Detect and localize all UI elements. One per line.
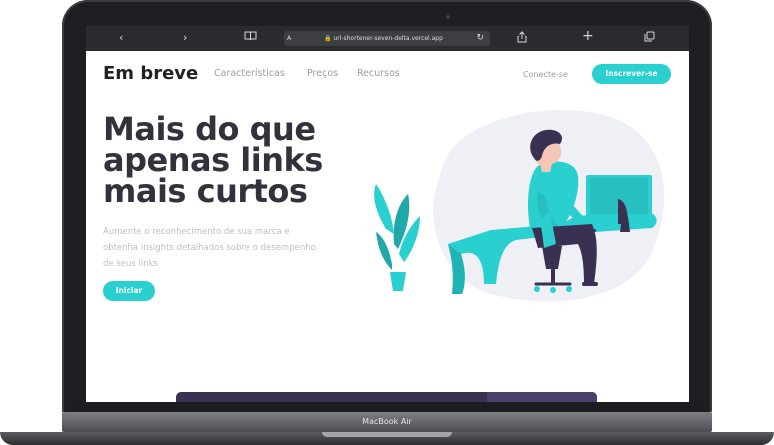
nav-link-resources[interactable]: Recursos (357, 68, 400, 80)
get-started-button[interactable]: Iniciar (103, 281, 155, 301)
laptop-notch (322, 432, 452, 437)
hero-subtitle: Aumente o reconhecimento de sua marca e … (103, 224, 368, 272)
text-size-button[interactable]: A (287, 32, 291, 45)
hero-subtitle-line: obtenha insights detalhados sobre o dese… (103, 243, 316, 253)
stats-strip-accent (487, 392, 597, 402)
browser-toolbar: ‹ › A 🔒 url-shortener-seven-delta.vercel… (86, 26, 689, 51)
nav-link-pricing[interactable]: Preços (307, 68, 338, 80)
chevron-left-icon[interactable]: ‹ (119, 31, 123, 45)
signup-button[interactable]: Inscrever-se (592, 64, 671, 84)
chevron-right-icon[interactable]: › (183, 31, 187, 45)
nav-link-features[interactable]: Características (214, 68, 285, 80)
url-value: url-shortener-seven-delta.vercel.app (333, 35, 443, 42)
stats-section-strip (176, 392, 597, 402)
working-illustration (374, 109, 665, 302)
site-header: Em breve Características Preços Recursos… (86, 51, 689, 96)
hero-title: Mais do que apenas links mais curtos (103, 113, 343, 210)
site-logo[interactable]: Em breve (103, 63, 198, 85)
lock-icon: 🔒 (324, 35, 332, 42)
hero-subtitle-line: de seus links (103, 259, 158, 269)
reload-icon[interactable]: ↻ (476, 31, 484, 46)
url-text: 🔒 url-shortener-seven-delta.vercel.app (324, 31, 443, 46)
hero-title-line: mais curtos (103, 172, 308, 210)
login-link[interactable]: Conecte-se (523, 70, 568, 80)
tabs-icon[interactable] (644, 31, 655, 46)
laptop-base: MacBook Air (0, 402, 774, 445)
hero-subtitle-line: Aumente o reconhecimento de sua marca e (103, 227, 290, 237)
share-icon[interactable] (517, 31, 527, 47)
laptop-bezel-bottom (72, 402, 702, 412)
book-icon[interactable] (244, 31, 257, 45)
plus-icon[interactable]: + (582, 29, 594, 43)
device-label: MacBook Air (362, 417, 412, 426)
browser-screen: ‹ › A 🔒 url-shortener-seven-delta.vercel… (86, 26, 689, 402)
address-bar[interactable]: A 🔒 url-shortener-seven-delta.vercel.app… (284, 31, 490, 46)
camera-icon (446, 15, 450, 19)
